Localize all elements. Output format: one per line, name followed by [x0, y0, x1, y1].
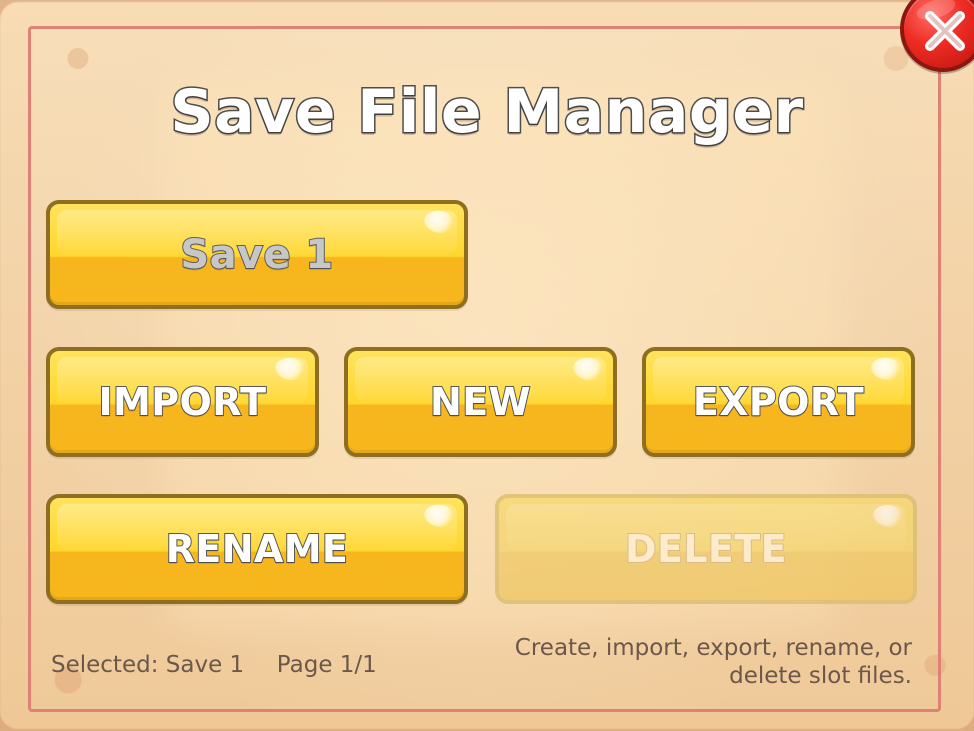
close-icon: [925, 11, 965, 51]
export-label: EXPORT: [692, 379, 865, 425]
export-button[interactable]: EXPORT: [642, 347, 915, 457]
selected-status: Selected: Save 1: [51, 652, 245, 678]
dialog-title: Save File Manager: [169, 76, 805, 149]
save-slot-button[interactable]: Save 1: [46, 200, 468, 309]
delete-button: DELETE: [495, 494, 917, 604]
help-text: Create, import, export, rename, or delet…: [492, 634, 912, 691]
import-button[interactable]: IMPORT: [46, 347, 319, 457]
help-line-2: delete slot files.: [729, 663, 912, 690]
rename-button[interactable]: RENAME: [46, 494, 468, 604]
rename-label: RENAME: [165, 526, 349, 572]
import-label: IMPORT: [98, 379, 268, 425]
help-line-1: Create, import, export, rename, or: [514, 635, 912, 661]
save-file-manager-dialog: Save File Manager Save 1 IMPORT NEW EXPO…: [0, 0, 974, 731]
status-text: Selected: Save 1 Page 1/1: [51, 652, 377, 678]
delete-label: DELETE: [624, 526, 788, 572]
new-button[interactable]: NEW: [344, 347, 617, 457]
new-label: NEW: [429, 379, 531, 425]
page-status: Page 1/1: [276, 652, 377, 678]
save-slot-label: Save 1: [179, 231, 334, 279]
